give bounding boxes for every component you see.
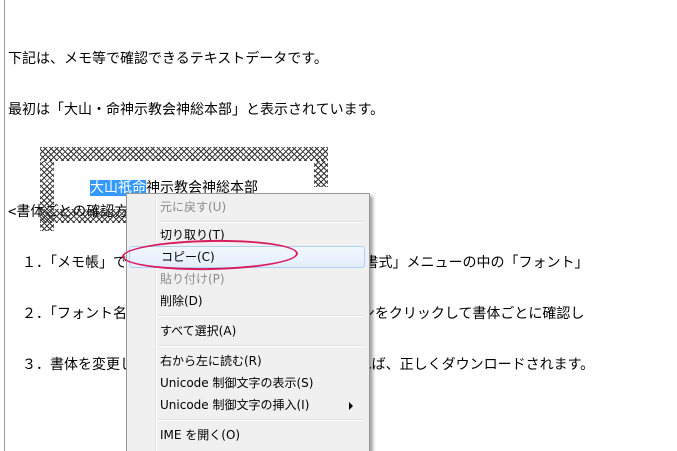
text-line: 最初は「大山・命神示教会神総本部」と表示されています。 xyxy=(8,102,385,118)
menu-separator xyxy=(158,221,364,223)
box-right-border xyxy=(314,161,328,187)
menu-item-select-all[interactable]: すべて選択(A) xyxy=(129,320,365,342)
menu-item-undo[interactable]: 元に戻す(U) xyxy=(129,196,365,218)
context-menu: 元に戻す(U) 切り取り(T) コピー(C) 貼り付け(P) 削除(D) すべて… xyxy=(126,193,370,451)
window-left-border xyxy=(4,0,5,451)
menu-item-paste[interactable]: 貼り付け(P) xyxy=(129,268,365,290)
menu-item-right-to-left[interactable]: 右から左に読む(R) xyxy=(129,350,365,372)
menu-item-insert-unicode-control[interactable]: Unicode 制御文字の挿入(I) xyxy=(129,394,365,416)
submenu-arrow-icon xyxy=(349,402,353,410)
menu-separator xyxy=(158,419,364,421)
menu-separator xyxy=(158,345,364,347)
box-bottom-border xyxy=(40,209,130,223)
menu-item-label: Unicode 制御文字の挿入(I) xyxy=(160,398,310,412)
box-top-border xyxy=(40,147,328,161)
menu-item-delete[interactable]: 削除(D) xyxy=(129,290,365,312)
text-line: 下記は、メモ等で確認できるテキストデータです。 xyxy=(8,51,328,67)
menu-separator xyxy=(158,315,364,317)
menu-item-show-unicode-control[interactable]: Unicode 制御文字の表示(S) xyxy=(129,372,365,394)
menu-item-open-ime[interactable]: IME を開く(O) xyxy=(129,424,365,446)
notepad-window: 下記は、メモ等で確認できるテキストデータです。 最初は「大山・命神示教会神総本部… xyxy=(0,0,677,451)
